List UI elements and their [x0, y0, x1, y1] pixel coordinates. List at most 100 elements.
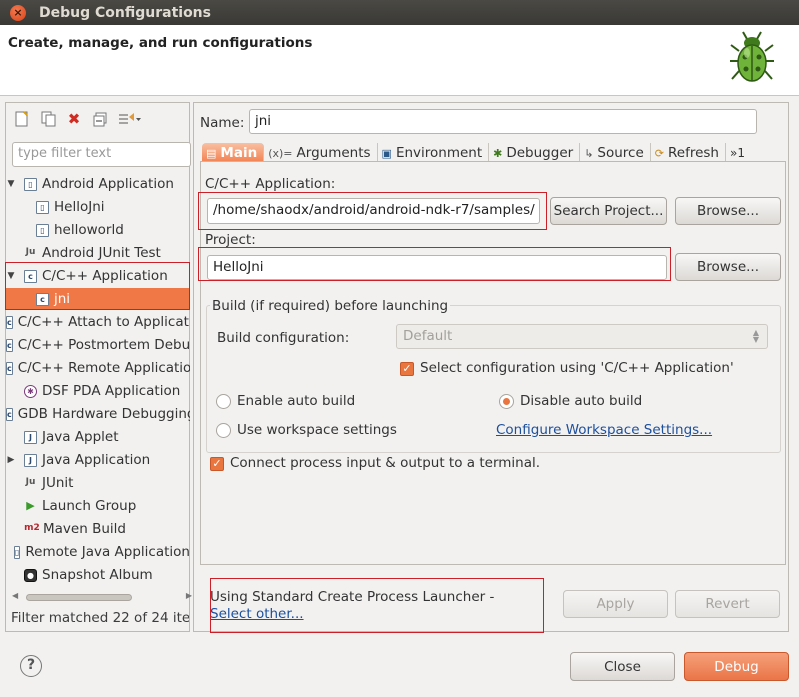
apply-button[interactable]: Apply: [563, 590, 668, 618]
tree-item-label: DSF PDA Application: [42, 383, 181, 399]
tab-label: Main: [220, 145, 258, 161]
use-workspace-label: Use workspace settings: [237, 422, 397, 438]
search-project-button[interactable]: Search Project...: [550, 197, 667, 225]
c-config-icon: c: [36, 292, 49, 306]
tree-item-java-application[interactable]: ▶ J Java Application: [6, 449, 190, 471]
filter-status: Filter matched 22 of 24 items: [11, 610, 189, 626]
enable-auto-build-radio[interactable]: [216, 394, 231, 409]
debug-button[interactable]: Debug: [684, 652, 789, 681]
tree-item-launch-group[interactable]: ▶ Launch Group: [6, 495, 190, 517]
expanded-arrow-icon[interactable]: ▼: [6, 271, 16, 281]
tree-item-c-cpp-attach[interactable]: c C/C++ Attach to Application: [6, 311, 190, 333]
revert-button[interactable]: Revert: [675, 590, 780, 618]
tree-item-c-cpp-application[interactable]: ▼ c C/C++ Application: [6, 265, 190, 287]
collapsed-arrow-icon[interactable]: ▶: [6, 455, 16, 465]
launcher-text: Using Standard Create Process Launcher -…: [210, 589, 535, 623]
tree-item-junit[interactable]: Ju JUnit: [6, 472, 190, 494]
scroll-left-icon[interactable]: ◀: [12, 591, 18, 600]
tree-item-label: C/C++ Remote Application: [17, 360, 190, 376]
junit-icon: Ju: [25, 476, 36, 487]
disable-auto-build-radio[interactable]: [499, 394, 514, 409]
refresh-tab-icon: ⟳: [654, 146, 664, 160]
tab-environment[interactable]: ▣ Environment: [378, 143, 490, 163]
scrollbar-thumb[interactable]: [26, 594, 132, 601]
c-app-icon: c: [6, 407, 13, 421]
tree-item-snapshot-album[interactable]: ● Snapshot Album: [6, 564, 190, 586]
junit-icon: Ju: [25, 246, 36, 257]
expanded-arrow-icon[interactable]: ▼: [6, 179, 16, 189]
tree-item-label: Maven Build: [43, 521, 126, 537]
source-tab-icon: ↳: [584, 146, 594, 160]
close-button[interactable]: Close: [570, 652, 675, 681]
tree-item-label: jni: [54, 291, 71, 307]
tree-item-label: C/C++ Attach to Application: [17, 314, 190, 330]
configure-workspace-link[interactable]: Configure Workspace Settings...: [496, 422, 712, 438]
tree-item-c-cpp-remote[interactable]: c C/C++ Remote Application: [6, 357, 190, 379]
tree-item-helloworld[interactable]: ▯ helloworld: [6, 219, 190, 241]
project-label: Project:: [205, 232, 256, 248]
dialog-header: Create, manage, and run configurations: [0, 25, 799, 96]
tree-item-hellojni[interactable]: ▯ HelloJni: [6, 196, 190, 218]
tree-item-label: Java Application: [42, 452, 151, 468]
help-icon[interactable]: ?: [20, 655, 42, 677]
select-other-link[interactable]: Select other...: [210, 606, 304, 622]
config-tree[interactable]: ▼ ▯ Android Application ▯ HelloJni ▯ hel…: [6, 173, 190, 589]
tree-item-label: Android JUnit Test: [42, 245, 161, 261]
arguments-tab-icon: (x)=: [268, 146, 293, 160]
java-app-icon: J: [24, 453, 37, 467]
tree-horizontal-scrollbar[interactable]: ◀ ▶: [12, 591, 192, 603]
c-app-icon: c: [24, 269, 37, 283]
c-app-icon: c: [6, 361, 13, 375]
app-path-input[interactable]: /home/shaodx/android/android-ndk-r7/samp…: [207, 198, 540, 224]
tree-item-label: C/C++ Application: [42, 268, 168, 284]
disable-auto-build-label: Disable auto build: [520, 393, 643, 409]
bug-icon: [730, 31, 774, 82]
filter-input[interactable]: type filter text: [12, 142, 191, 167]
c-app-icon: c: [6, 315, 13, 329]
tree-item-gdb-hardware[interactable]: c GDB Hardware Debugging: [6, 403, 190, 425]
tree-item-label: Java Applet: [42, 429, 119, 445]
config-toolbar: ✖: [12, 109, 144, 129]
new-config-icon[interactable]: [12, 109, 32, 129]
use-workspace-radio[interactable]: [216, 423, 231, 438]
tab-label: Environment: [395, 145, 483, 161]
project-input[interactable]: HelloJni: [207, 255, 667, 280]
browse-app-button[interactable]: Browse...: [675, 197, 781, 225]
more-tabs-icon: »1: [729, 146, 745, 160]
select-config-checkbox[interactable]: ✓: [400, 362, 414, 376]
launch-group-icon: ▶: [26, 498, 35, 512]
tab-label: Arguments: [296, 145, 371, 161]
tab-arguments[interactable]: (x)= Arguments: [264, 143, 378, 163]
main-tab-icon: ▤: [206, 146, 217, 160]
window-title: Debug Configurations: [39, 4, 211, 21]
scroll-right-icon[interactable]: ▶: [186, 591, 192, 600]
close-window-icon[interactable]: ×: [10, 4, 26, 21]
tree-item-dsf-pda[interactable]: ✱ DSF PDA Application: [6, 380, 190, 402]
tree-item-android-junit-test[interactable]: Ju Android JUnit Test: [6, 242, 190, 264]
duplicate-icon[interactable]: [38, 109, 58, 129]
debugger-tab-icon: ✱: [493, 146, 503, 160]
delete-icon[interactable]: ✖: [64, 109, 84, 129]
tab-source[interactable]: ↳ Source: [580, 143, 651, 163]
browse-project-button[interactable]: Browse...: [675, 253, 781, 281]
tree-item-maven-build[interactable]: m2 Maven Build: [6, 518, 190, 540]
maven-icon: m2: [24, 522, 40, 533]
tree-item-remote-java[interactable]: ▯ Remote Java Application: [6, 541, 190, 563]
tree-item-android-application[interactable]: ▼ ▯ Android Application: [6, 173, 190, 195]
name-input[interactable]: jni: [249, 109, 757, 134]
filter-icon[interactable]: [116, 109, 144, 129]
tab-label: Source: [597, 145, 644, 161]
tree-item-java-applet[interactable]: J Java Applet: [6, 426, 190, 448]
spinner-arrows-icon: ▲ ▼: [752, 328, 759, 344]
collapse-all-icon[interactable]: [90, 109, 110, 129]
tab-more[interactable]: »1: [726, 143, 751, 163]
tree-item-c-cpp-postmortem[interactable]: c C/C++ Postmortem Debugger: [6, 334, 190, 356]
tab-debugger[interactable]: ✱ Debugger: [489, 143, 581, 163]
tree-item-label: Snapshot Album: [42, 567, 153, 583]
tab-label: Debugger: [506, 145, 574, 161]
tab-main[interactable]: ▤ Main: [202, 143, 265, 163]
tree-item-jni[interactable]: c jni: [6, 288, 190, 310]
tab-refresh[interactable]: ⟳ Refresh: [651, 143, 726, 163]
header-subtitle: Create, manage, and run configurations: [8, 35, 313, 51]
connect-terminal-checkbox[interactable]: ✓: [210, 457, 224, 471]
